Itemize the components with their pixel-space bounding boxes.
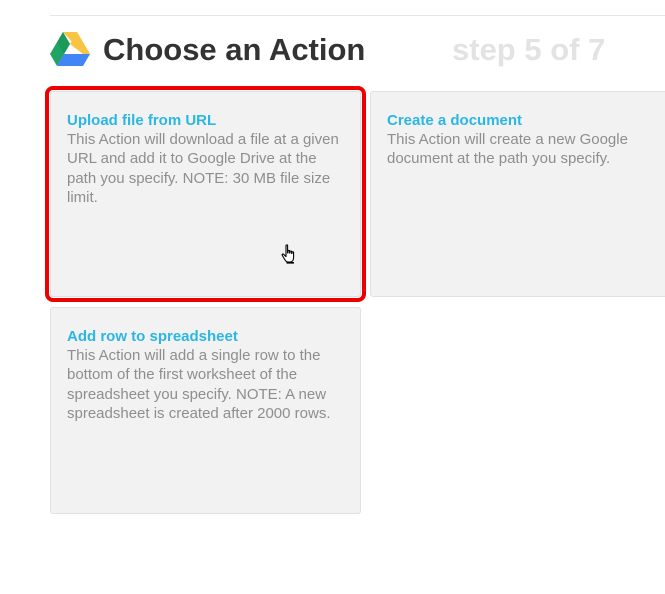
action-card-title: Create a document <box>387 112 523 129</box>
step-indicator: step 5 of 7 <box>452 32 606 67</box>
page-header: Choose an Action step 5 of 7 <box>50 28 665 72</box>
top-divider <box>50 15 665 16</box>
action-card-description: This Action will add a single row to the… <box>67 347 331 422</box>
page-title: Choose an Action <box>103 32 366 67</box>
action-card-add-row-to-spreadsheet[interactable]: Add row to spreadsheet This Action will … <box>50 307 361 514</box>
action-card-description: This Action will create a new Google doc… <box>387 131 628 168</box>
action-card-create-a-document[interactable]: Create a document This Action will creat… <box>370 91 665 297</box>
action-card-title: Upload file from URL <box>67 112 217 129</box>
action-card-upload-file-from-url[interactable]: Upload file from URL This Action will do… <box>45 86 366 302</box>
google-drive-icon <box>50 32 90 66</box>
hand-cursor-icon <box>281 244 295 264</box>
action-card-title: Add row to spreadsheet <box>67 328 238 345</box>
action-card-description: This Action will download a file at a gi… <box>67 131 339 206</box>
